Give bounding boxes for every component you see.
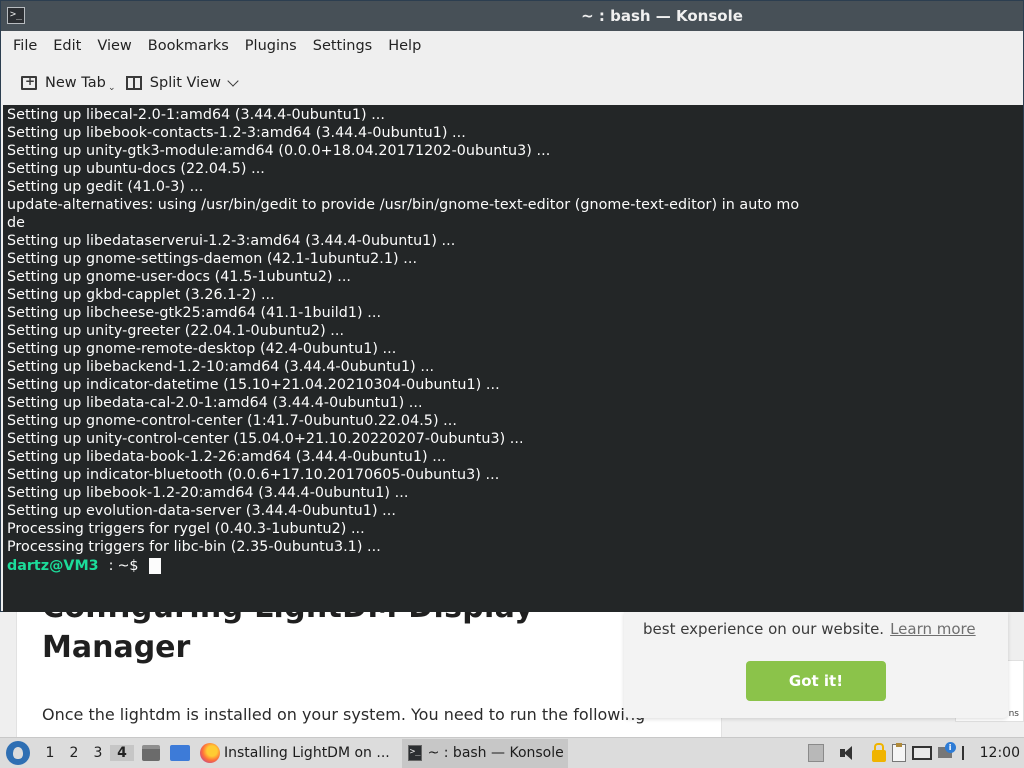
terminal-line: Setting up libebackend-1.2-10:amd64 (3.4… [7, 359, 435, 375]
window-title: ~ : bash — Konsole [581, 7, 743, 25]
terminal-line: Setting up libedataserverui-1.2-3:amd64 … [7, 233, 456, 249]
article-heading: Manager [42, 630, 191, 665]
terminal-line: Setting up gkbd-capplet (3.26.1-2) ... [7, 287, 275, 303]
split-view-label: Split View [149, 75, 221, 91]
file-manager-icon[interactable] [142, 745, 160, 761]
network-icon[interactable] [961, 746, 968, 760]
terminal-line: Setting up gnome-control-center (1:41.7-… [7, 413, 457, 429]
desktop-2[interactable]: 2 [62, 745, 86, 761]
application-launcher-icon[interactable] [6, 741, 30, 765]
new-tab-menu-caret-icon: ⌄ [108, 83, 116, 93]
system-tray: 12:00 [805, 739, 1024, 768]
terminal-line: Processing triggers for libc-bin (2.35-0… [7, 539, 381, 555]
prompt-separator: : [108, 558, 114, 574]
terminal-line: Setting up unity-control-center (15.04.0… [7, 431, 524, 447]
menu-file[interactable]: File [5, 38, 45, 54]
terminal-line: Setting up libebook-1.2-20:amd64 (3.44.4… [7, 485, 409, 501]
lock-icon[interactable] [871, 743, 886, 762]
menubar: File Edit View Bookmarks Plugins Setting… [1, 31, 1023, 61]
terminal-line: Setting up ubuntu-docs (22.04.5) ... [7, 161, 265, 177]
terminal-line: Setting up unity-greeter (22.04.1-0ubunt… [7, 323, 345, 339]
terminal-line: Setting up libebook-contacts-1.2-3:amd64… [7, 125, 466, 141]
terminal-line: Setting up unity-gtk3-module:amd64 (0.0.… [7, 143, 551, 159]
terminal-line: Setting up gnome-user-docs (41.5-1ubuntu… [7, 269, 352, 285]
article-paragraph: Once the lightdm is installed on your sy… [42, 705, 646, 724]
shell-prompt: dartz@VM3 : ~$ [3, 556, 1023, 576]
display-icon[interactable] [911, 746, 932, 760]
cookie-message-text: best experience on our website. [643, 620, 885, 638]
terminal-line: Processing triggers for rygel (0.40.3-1u… [7, 521, 365, 537]
desktop-pager: 1 2 3 4 [38, 745, 134, 761]
new-tab-label: New Tab [45, 75, 106, 91]
terminal-line: Setting up indicator-datetime (15.10+21.… [7, 377, 500, 393]
got-it-button[interactable]: Got it! [746, 661, 886, 701]
clipboard-icon[interactable] [891, 743, 906, 762]
terminal-line: Setting up evolution-data-server (3.44.4… [7, 503, 396, 519]
task-konsole-label: ~ : bash — Konsole [427, 745, 564, 761]
notification-icon[interactable] [937, 742, 956, 762]
heading-cut-off-line: Configuring LightDM Display [42, 612, 534, 625]
text-cursor [148, 558, 161, 574]
menu-edit[interactable]: Edit [45, 38, 89, 54]
split-view-button[interactable]: Split View [118, 71, 245, 95]
terminal-line: Setting up libedata-book-1.2-26:amd64 (3… [7, 449, 447, 465]
prompt-user-host: dartz@VM3 [7, 558, 99, 574]
terminal-line: Setting up gnome-settings-daemon (42.1-1… [7, 251, 418, 267]
terminal-icon: >_ [407, 745, 422, 761]
terminal-line: Setting up indicator-bluetooth (0.0.6+17… [7, 467, 500, 483]
volume-icon[interactable] [837, 744, 859, 762]
task-konsole[interactable]: >_ ~ : bash — Konsole [401, 738, 568, 768]
terminal-line: de [7, 215, 25, 231]
window-titlebar[interactable]: >_ ~ : bash — Konsole [1, 1, 1023, 31]
menu-bookmarks[interactable]: Bookmarks [140, 38, 237, 54]
firefox-icon [200, 743, 220, 763]
task-firefox-label: Installing LightDM on ... [224, 745, 390, 761]
terminal-line: Setting up libedata-cal-2.0-1:amd64 (3.4… [7, 395, 423, 411]
chevron-down-icon [227, 75, 239, 87]
terminal-line: Setting up libecal-2.0-1:amd64 (3.44.4-0… [7, 107, 385, 123]
terminal-line: Setting up libcheese-gtk25:amd64 (41.1-1… [7, 305, 382, 321]
menu-settings[interactable]: Settings [305, 38, 380, 54]
learn-more-link[interactable]: Learn more [890, 620, 976, 638]
new-tab-icon [21, 74, 37, 90]
cookie-consent-popup: best experience on our website. Learn mor… [624, 612, 1008, 718]
article-content: Configuring LightDM Display Manager Once… [16, 612, 722, 737]
menu-help[interactable]: Help [380, 38, 429, 54]
desktop-4[interactable]: 4 [110, 745, 134, 761]
prompt-cwd: ~$ [117, 558, 139, 574]
split-view-icon [125, 76, 142, 90]
terminal-view[interactable]: Setting up libecal-2.0-1:amd64 (3.44.4-0… [3, 105, 1023, 612]
menu-view[interactable]: View [89, 38, 139, 54]
new-tab-button[interactable]: New Tab ⌄ [13, 71, 116, 95]
desktop-1[interactable]: 1 [38, 745, 62, 761]
konsole-window: >_ ~ : bash — Konsole File Edit View Boo… [0, 0, 1024, 612]
task-firefox[interactable]: Installing LightDM on ... [194, 739, 396, 768]
terminal-output: Setting up libecal-2.0-1:amd64 (3.44.4-0… [3, 106, 1023, 556]
sidebar-fragment: ns [1008, 709, 1019, 719]
terminal-line: update-alternatives: using /usr/bin/gedi… [7, 197, 800, 213]
desktop-3[interactable]: 3 [86, 745, 110, 761]
toolbar: New Tab ⌄ Split View [1, 61, 1023, 105]
clock[interactable]: 12:00 [980, 745, 1020, 761]
terminal-line: Setting up gedit (41.0-3) ... [7, 179, 204, 195]
updates-icon[interactable] [807, 744, 824, 762]
taskbar: 1 2 3 4 Installing LightDM on ... >_ ~ :… [0, 737, 1024, 768]
menu-plugins[interactable]: Plugins [237, 38, 305, 54]
cookie-message: best experience on our website. Learn mor… [643, 620, 976, 638]
terminal-line: Setting up gnome-remote-desktop (42.4-0u… [7, 341, 397, 357]
show-desktop-icon[interactable] [170, 745, 190, 761]
